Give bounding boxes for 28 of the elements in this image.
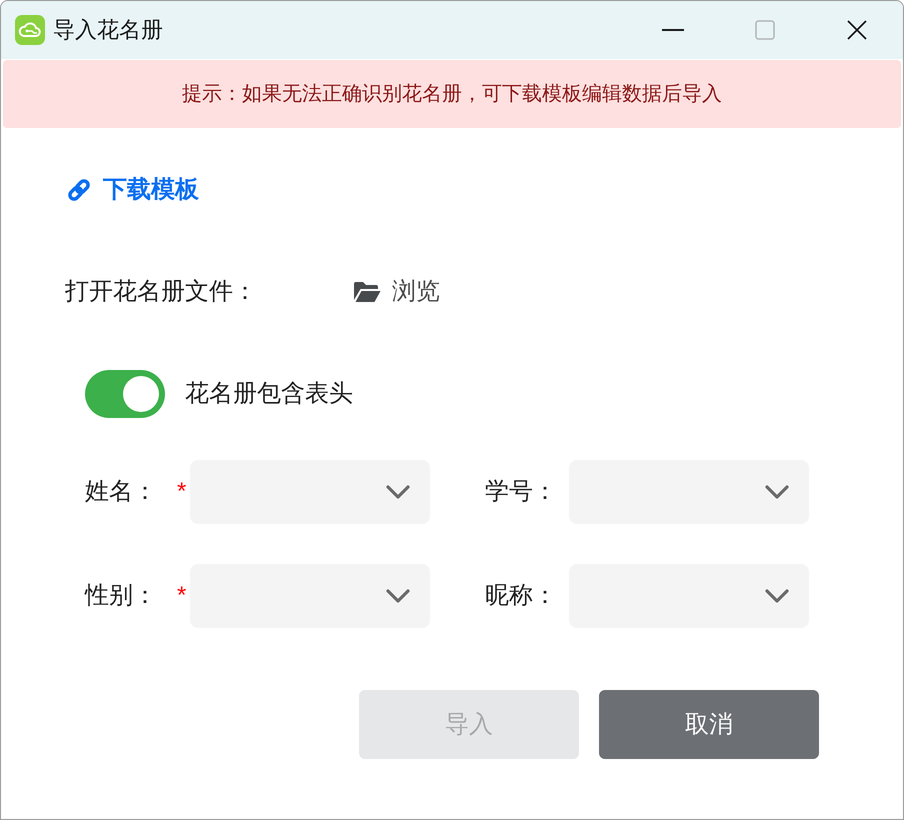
required-mark: *	[177, 581, 186, 611]
chevron-down-icon	[386, 485, 410, 499]
field-label: 姓名：	[85, 477, 157, 507]
chevron-down-icon	[765, 485, 789, 499]
cloud-logo-icon	[15, 15, 45, 45]
field-label: 性别：	[85, 581, 157, 611]
link-icon	[65, 176, 93, 204]
download-template-link[interactable]: 下载模板	[65, 174, 199, 206]
dropdown-field[interactable]	[190, 460, 430, 524]
field-label: 学号：	[485, 477, 557, 507]
window-title: 导入花名册	[53, 16, 163, 44]
hint-alert: 提示：如果无法正确识别花名册，可下载模板编辑数据后导入	[3, 60, 901, 128]
file-label: 打开花名册文件：	[65, 277, 258, 307]
required-mark: *	[177, 477, 186, 507]
chevron-down-icon	[386, 589, 410, 603]
folder-icon	[353, 280, 381, 304]
toggle-switch[interactable]	[85, 370, 165, 418]
dropdown-field[interactable]	[190, 564, 430, 628]
browse-button[interactable]: 浏览	[353, 276, 440, 308]
minimize-icon[interactable]	[662, 29, 684, 31]
dropdown-field[interactable]	[569, 564, 809, 628]
chevron-down-icon	[765, 589, 789, 603]
close-icon[interactable]	[847, 20, 867, 40]
cancel-button[interactable]: 取消	[599, 690, 819, 759]
switch-label: 花名册包含表头	[185, 379, 353, 409]
dropdown-field[interactable]	[569, 460, 809, 524]
field-label: 昵称：	[485, 581, 557, 611]
switch-knob	[123, 376, 159, 412]
